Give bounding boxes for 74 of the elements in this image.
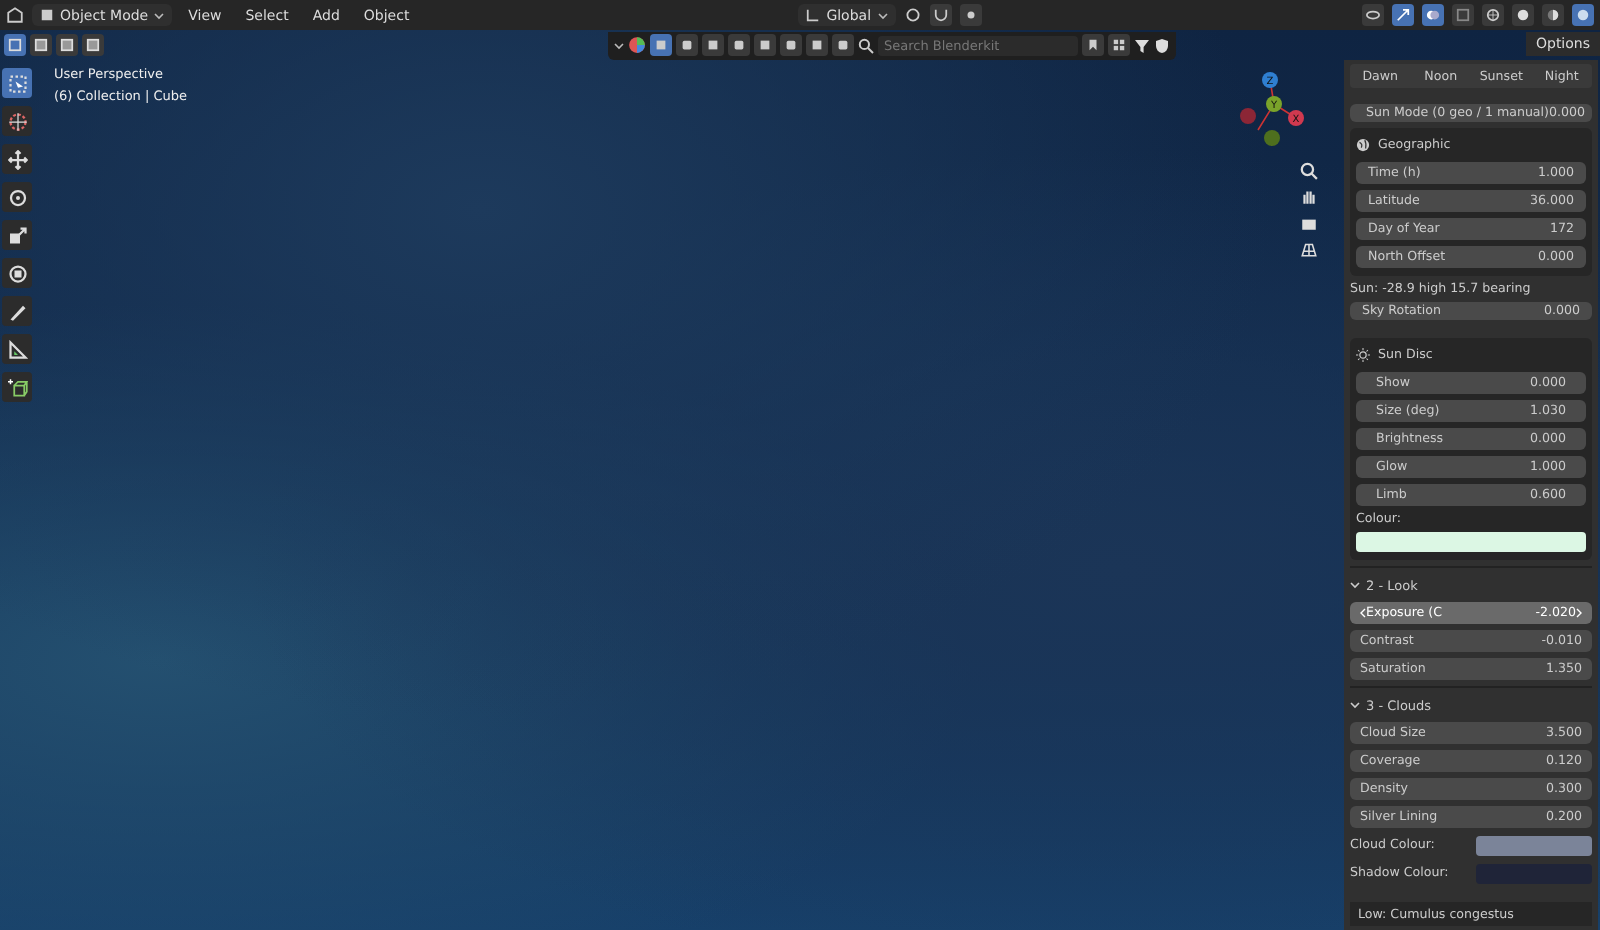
layout-button[interactable] xyxy=(1108,34,1130,56)
crosshair-icon xyxy=(7,111,27,131)
gizmo-button[interactable] xyxy=(1392,4,1414,26)
visibility-button[interactable] xyxy=(1362,4,1384,26)
axes-icon xyxy=(806,8,821,22)
sphere-icon xyxy=(1576,8,1590,22)
solid-button[interactable] xyxy=(1512,4,1534,26)
square-icon xyxy=(8,38,22,52)
scale-icon xyxy=(7,225,27,245)
tool-button[interactable] xyxy=(2,220,32,250)
grid-icon xyxy=(1112,38,1126,52)
square-icon xyxy=(60,38,74,52)
add-cube-icon xyxy=(7,377,27,397)
tool-button[interactable] xyxy=(2,144,32,174)
tool-button[interactable] xyxy=(2,68,32,98)
asset-type-button[interactable] xyxy=(728,34,750,56)
wireframe-sphere-icon xyxy=(1486,8,1500,22)
select-mode-button[interactable] xyxy=(4,34,26,56)
arrows-icon xyxy=(1396,8,1410,22)
grid-icon xyxy=(1300,240,1318,258)
editor-type-icon xyxy=(6,6,24,24)
tool-button[interactable] xyxy=(2,296,32,326)
tool-button[interactable] xyxy=(2,334,32,364)
select-mode-button[interactable] xyxy=(56,34,78,56)
wireframe-button[interactable] xyxy=(1482,4,1504,26)
move-arrows-icon xyxy=(7,149,27,169)
xray-icon xyxy=(1456,8,1470,22)
zoom-icon xyxy=(1300,162,1318,180)
material-button[interactable] xyxy=(1542,4,1564,26)
select-box-icon xyxy=(7,73,27,93)
snap-button[interactable] xyxy=(929,4,952,26)
asset-type-button[interactable] xyxy=(702,34,724,56)
tool-button[interactable] xyxy=(2,372,32,402)
rendered-button[interactable] xyxy=(1572,4,1594,26)
colour-swatch[interactable] xyxy=(1356,532,1586,553)
asset-type-button[interactable] xyxy=(650,34,672,56)
magnet-icon xyxy=(933,8,948,22)
chevron-down-icon xyxy=(614,41,624,49)
transform-icon xyxy=(7,263,27,283)
asset-type-button[interactable] xyxy=(754,34,776,56)
chevron-down-icon xyxy=(877,11,888,19)
square-icon xyxy=(86,38,100,52)
bookmark-icon xyxy=(1086,38,1100,52)
circle-dot-icon xyxy=(963,8,978,22)
search-icon xyxy=(858,37,874,53)
colour-swatch[interactable] xyxy=(1476,835,1592,856)
sun-icon xyxy=(1356,348,1370,363)
select-mode-button[interactable] xyxy=(82,34,104,56)
overlays-button[interactable] xyxy=(1422,4,1444,26)
asset-type-button[interactable] xyxy=(780,34,802,56)
cube-icon xyxy=(40,8,54,22)
select-mode-button[interactable] xyxy=(30,34,52,56)
asset-type-button[interactable] xyxy=(832,34,854,56)
tool-button[interactable] xyxy=(2,182,32,212)
half-sphere-icon xyxy=(1546,8,1560,22)
pencil-icon xyxy=(7,301,27,321)
eye-icon xyxy=(1366,8,1380,22)
sphere-icon xyxy=(1516,8,1530,22)
bookmark-button[interactable] xyxy=(1082,34,1104,56)
proportional-button[interactable] xyxy=(959,4,982,26)
ruler-icon xyxy=(7,339,27,359)
square-icon xyxy=(34,38,48,52)
shield-icon xyxy=(1154,37,1170,53)
globe-icon xyxy=(1356,138,1370,153)
filter-icon xyxy=(1134,37,1150,53)
chevron-down-icon xyxy=(154,11,165,19)
asset-type-button[interactable] xyxy=(806,34,828,56)
xray-button[interactable] xyxy=(1452,4,1474,26)
asset-type-button[interactable] xyxy=(676,34,698,56)
tool-button[interactable] xyxy=(2,258,32,288)
colour-wheel-icon xyxy=(628,36,646,54)
overlay-circles-icon xyxy=(1426,8,1440,22)
rotate-icon xyxy=(7,187,27,207)
tool-button[interactable] xyxy=(2,106,32,136)
